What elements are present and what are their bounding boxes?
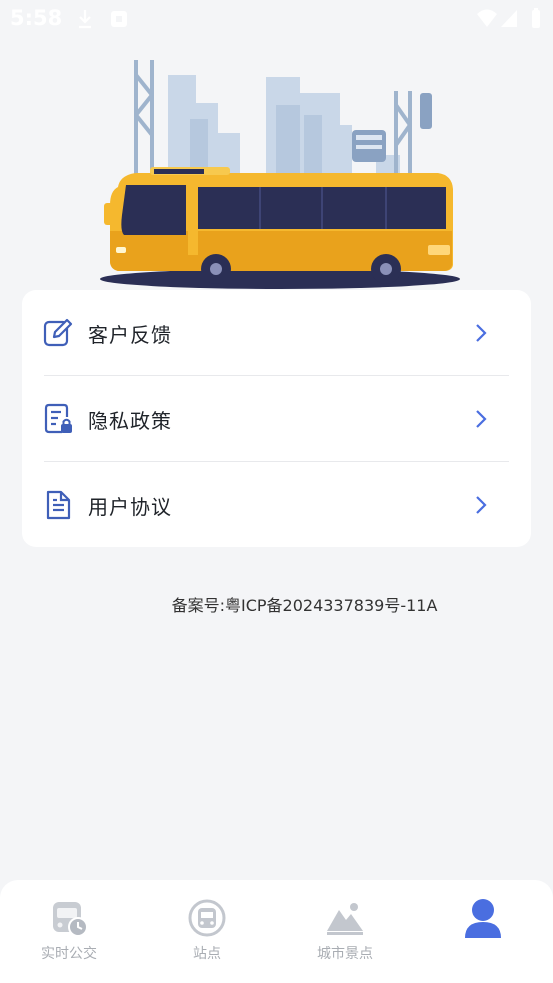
notification-icon: [111, 11, 127, 27]
menu-item-label: 隐私政策: [88, 408, 172, 433]
wifi-icon: [477, 9, 497, 27]
icp-record-text: 备案号:粤ICP备2024337839号-11A: [171, 596, 438, 615]
user-profile-icon: [465, 899, 501, 938]
edit-icon: [43, 318, 73, 347]
tab-profile[interactable]: [414, 880, 552, 983]
battery-icon: [532, 8, 540, 28]
menu-item-privacy-policy[interactable]: 隐私政策: [22, 376, 509, 462]
chevron-right-icon: [476, 410, 487, 428]
signal-icon: [501, 10, 517, 27]
tab-label: 实时公交: [41, 946, 97, 962]
bus-stop-icon: [188, 899, 226, 937]
tab-city-scenery[interactable]: 城市景点: [276, 880, 414, 983]
tab-label: 站点: [193, 946, 221, 962]
status-bar: 5:58: [0, 0, 553, 40]
bottom-tab-bar: 实时公交 站点 城市景点: [0, 880, 553, 983]
tab-label: 城市景点: [317, 946, 373, 962]
tab-bus-stop[interactable]: 站点: [138, 880, 276, 983]
privacy-lock-icon: [44, 403, 72, 434]
mountain-scenery-icon: [327, 903, 363, 935]
realtime-bus-icon: [53, 902, 88, 937]
bus-city-illustration: [100, 60, 460, 289]
status-time: 5:58: [10, 6, 63, 30]
settings-menu-card: 客户反馈 隐私政策 用户协议: [22, 290, 531, 547]
tab-realtime-bus[interactable]: 实时公交: [0, 880, 138, 983]
document-icon: [46, 490, 71, 520]
menu-item-label: 用户协议: [88, 494, 172, 519]
chevron-right-icon: [476, 324, 487, 342]
menu-item-label: 客户反馈: [88, 322, 172, 347]
menu-item-feedback[interactable]: 客户反馈: [22, 290, 509, 376]
menu-item-user-agreement[interactable]: 用户协议: [22, 462, 509, 548]
download-icon: [79, 10, 91, 29]
chevron-right-icon: [476, 496, 487, 514]
